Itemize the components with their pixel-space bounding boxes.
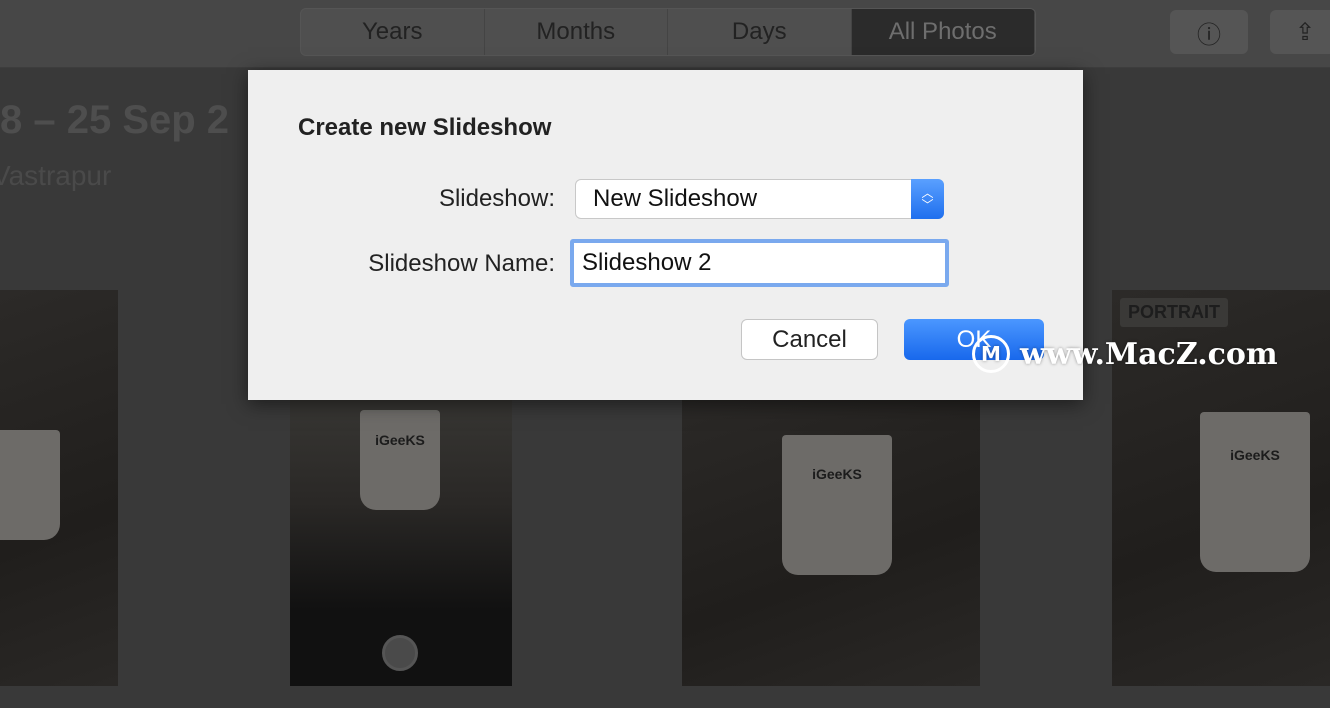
- create-slideshow-dialog: Create new Slideshow Slideshow: New Slid…: [248, 70, 1083, 400]
- info-button[interactable]: ⓘ: [1170, 10, 1248, 54]
- tab-all-photos[interactable]: All Photos: [851, 9, 1035, 55]
- mug-image: iGeeKS: [360, 410, 440, 510]
- view-segmented-control: Years Months Days All Photos: [300, 8, 1036, 56]
- photo-thumbnail[interactable]: [0, 290, 118, 686]
- photo-thumbnail[interactable]: iGeeKS: [290, 380, 512, 686]
- toolbar: Years Months Days All Photos ⓘ ⇪: [0, 0, 1330, 68]
- slideshow-name-input[interactable]: Slideshow 2: [570, 239, 949, 287]
- moment-date-range: 8 – 25 Sep 2: [0, 98, 230, 142]
- dialog-title: Create new Slideshow: [298, 114, 552, 141]
- tab-months[interactable]: Months: [485, 9, 668, 55]
- select-chevron-icon: ︿ ﹀: [911, 179, 944, 219]
- slideshow-select[interactable]: New Slideshow ︿ ﹀: [575, 179, 944, 219]
- cancel-button[interactable]: Cancel: [741, 319, 878, 360]
- share-icon: ⇪: [1294, 18, 1316, 46]
- portrait-badge: PORTRAIT: [1120, 298, 1228, 327]
- photo-thumbnail[interactable]: iGeeKS: [682, 380, 980, 686]
- tab-years[interactable]: Years: [301, 9, 485, 55]
- slideshow-select-value: New Slideshow: [593, 185, 758, 212]
- slideshow-name-label: Slideshow Name:: [368, 250, 555, 277]
- watermark-text: www.MacZ.com: [1020, 336, 1278, 372]
- macz-logo-icon: M: [972, 335, 1010, 373]
- share-button[interactable]: ⇪: [1270, 10, 1330, 54]
- shutter-icon: [382, 635, 418, 671]
- moment-location: Vastrapur: [0, 160, 112, 191]
- mug-image: iGeeKS: [782, 435, 892, 575]
- info-icon: ⓘ: [1197, 21, 1221, 49]
- mug-image: [0, 430, 60, 540]
- slideshow-label: Slideshow:: [438, 185, 555, 212]
- watermark: M www.MacZ.com: [972, 335, 1278, 373]
- mug-image: iGeeKS: [1200, 412, 1310, 572]
- tab-days[interactable]: Days: [668, 9, 852, 55]
